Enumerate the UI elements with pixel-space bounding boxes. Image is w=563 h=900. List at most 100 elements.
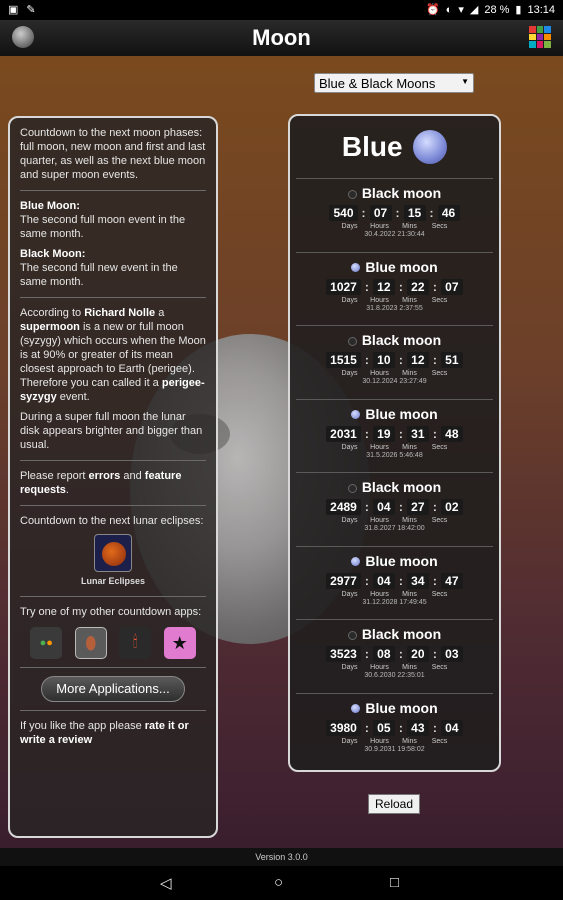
event-title: Black moon [296, 332, 493, 350]
alarm-icon: ⏰ [425, 4, 440, 16]
app-title: Moon [252, 25, 311, 50]
countdown-mins: 31 [406, 425, 429, 442]
countdown-secs: 07 [440, 278, 463, 295]
event-row: Black moon 540:07:15:46 Days Hours Mins Secs 3… [296, 178, 493, 250]
countdown: 1515:10:12:51 [296, 352, 493, 368]
separator: : [364, 500, 369, 514]
divider [20, 505, 206, 506]
countdown-hours: 05 [372, 719, 395, 736]
report-end: . [65, 484, 69, 496]
event-title: Black moon [296, 185, 493, 203]
event-row: Black moon 2489:04:27:02 Days Hours Mins Secs… [296, 472, 493, 544]
separator: : [398, 353, 403, 367]
other-apps-row: ● ● ⬮ 🕯 ★ [24, 627, 202, 659]
lunar-eclipse-icon[interactable] [94, 534, 132, 572]
event-name: Blue moon [365, 405, 438, 422]
separator: : [364, 353, 369, 367]
countdown-hours: 04 [372, 572, 395, 589]
unit-label: Hours [370, 737, 389, 745]
separator: : [398, 500, 403, 514]
more-applications-button[interactable]: More Applications... [41, 676, 185, 702]
unit-label: Secs [431, 664, 448, 671]
wifi-icon: ▾ [458, 4, 464, 16]
event-row: Blue moon 1027:12:22:07 Days Hours Mins Secs 3… [296, 251, 493, 324]
star-app-icon[interactable]: ★ [163, 627, 196, 659]
app-bar: Moon [0, 20, 563, 56]
unit-label: Secs [431, 590, 448, 598]
info-panel: Countdown to the next moon phases: full … [8, 116, 218, 838]
unit-label: Hours [370, 296, 389, 304]
panel-header: Blue [290, 130, 499, 170]
countdown-days: 1027 [326, 278, 361, 295]
blue-moon-icon [351, 263, 361, 273]
unit-label: Mins [402, 223, 417, 230]
countdown: 3523:08:20:03 [296, 646, 493, 662]
separator: : [432, 353, 437, 367]
event-name: Black moon [361, 479, 442, 495]
countdown-days: 2489 [326, 499, 361, 515]
separator: : [395, 206, 400, 220]
countdown: 1027:12:22:07 [296, 278, 493, 295]
separator: : [432, 647, 437, 661]
separator: : [364, 573, 369, 588]
event-title: Blue moon [296, 553, 493, 571]
separator: : [398, 279, 403, 294]
supermoon-link[interactable]: supermoon [20, 321, 80, 333]
unit-label: Days [341, 223, 358, 230]
event-name: Blue moon [365, 552, 438, 569]
unit-label: Hours [370, 590, 389, 598]
black-moon-text: The second full new event in the same mo… [20, 262, 178, 288]
divider [20, 190, 206, 191]
event-row: Blue moon 2031:19:31:48 Days Hours Mins Secs 3… [296, 398, 493, 471]
back-icon[interactable]: ◁ [160, 874, 172, 892]
countdown-mins: 15 [403, 205, 426, 221]
errors-link[interactable]: errors [89, 470, 121, 482]
countdown-secs: 46 [437, 205, 460, 221]
event-date: 30.9.2031 19:58:02 [364, 745, 425, 753]
battery-label: 28 % [484, 3, 510, 16]
countdown-hours: 04 [372, 499, 395, 515]
event-title: Blue moon [296, 259, 493, 277]
countdown: 3980:05:43:04 [296, 719, 493, 736]
navigation-bar: ◁ ○ □ [0, 866, 563, 900]
separator: : [364, 647, 369, 661]
unit-label: Hours [370, 370, 389, 377]
richard-nolle-link[interactable]: Richard Nolle [84, 307, 155, 319]
unit-label: Mins [402, 517, 417, 524]
countdown-secs: 03 [440, 646, 463, 662]
countdown-secs: 04 [440, 719, 463, 736]
event-row: Black moon 1515:10:12:51 Days Hours Mins Secs… [296, 325, 493, 397]
countdown-panel: Blue Black moon 540:07:15:46 Days Hours Mins… [288, 114, 501, 772]
moon-type-select[interactable]: Blue & Black Moons ▼ [314, 73, 474, 93]
unit-label: Days [341, 664, 358, 671]
panel-title: Blue [341, 131, 403, 162]
event-title: Blue moon [296, 700, 493, 718]
recents-icon[interactable]: □ [390, 874, 399, 891]
unit-label: Mins [402, 737, 417, 745]
candle-app-icon[interactable]: 🕯 [119, 627, 152, 659]
football-app-icon[interactable]: ⬮ [74, 627, 107, 659]
dots-app-icon[interactable]: ● ● [30, 627, 63, 659]
event-name: Blue moon [365, 258, 438, 275]
unit-label: Hours [370, 443, 389, 451]
supermoon-text-2: a [158, 307, 165, 319]
separator: : [361, 206, 366, 220]
divider [20, 710, 206, 711]
units-row: Days Hours Mins Secs [296, 444, 493, 451]
reload-button[interactable]: Reload [368, 794, 420, 814]
separator: : [398, 647, 403, 661]
event-title: Black moon [296, 479, 493, 497]
units-row: Days Hours Mins Secs [296, 738, 493, 745]
black-moon-icon [347, 189, 357, 199]
apps-grid-icon[interactable] [529, 26, 551, 48]
countdown-days: 540 [329, 205, 358, 221]
blue-moon-title: Blue Moon: [20, 200, 80, 212]
unit-label: Days [341, 737, 358, 745]
units-row: Days Hours Mins Secs [296, 517, 493, 524]
home-icon[interactable]: ○ [274, 874, 283, 891]
separator: : [432, 279, 437, 294]
unit-label: Mins [402, 590, 417, 598]
clock: 13:14 [527, 3, 555, 16]
lunar-eclipses-label[interactable]: Lunar Eclipses [20, 574, 206, 588]
separator: : [398, 720, 403, 735]
